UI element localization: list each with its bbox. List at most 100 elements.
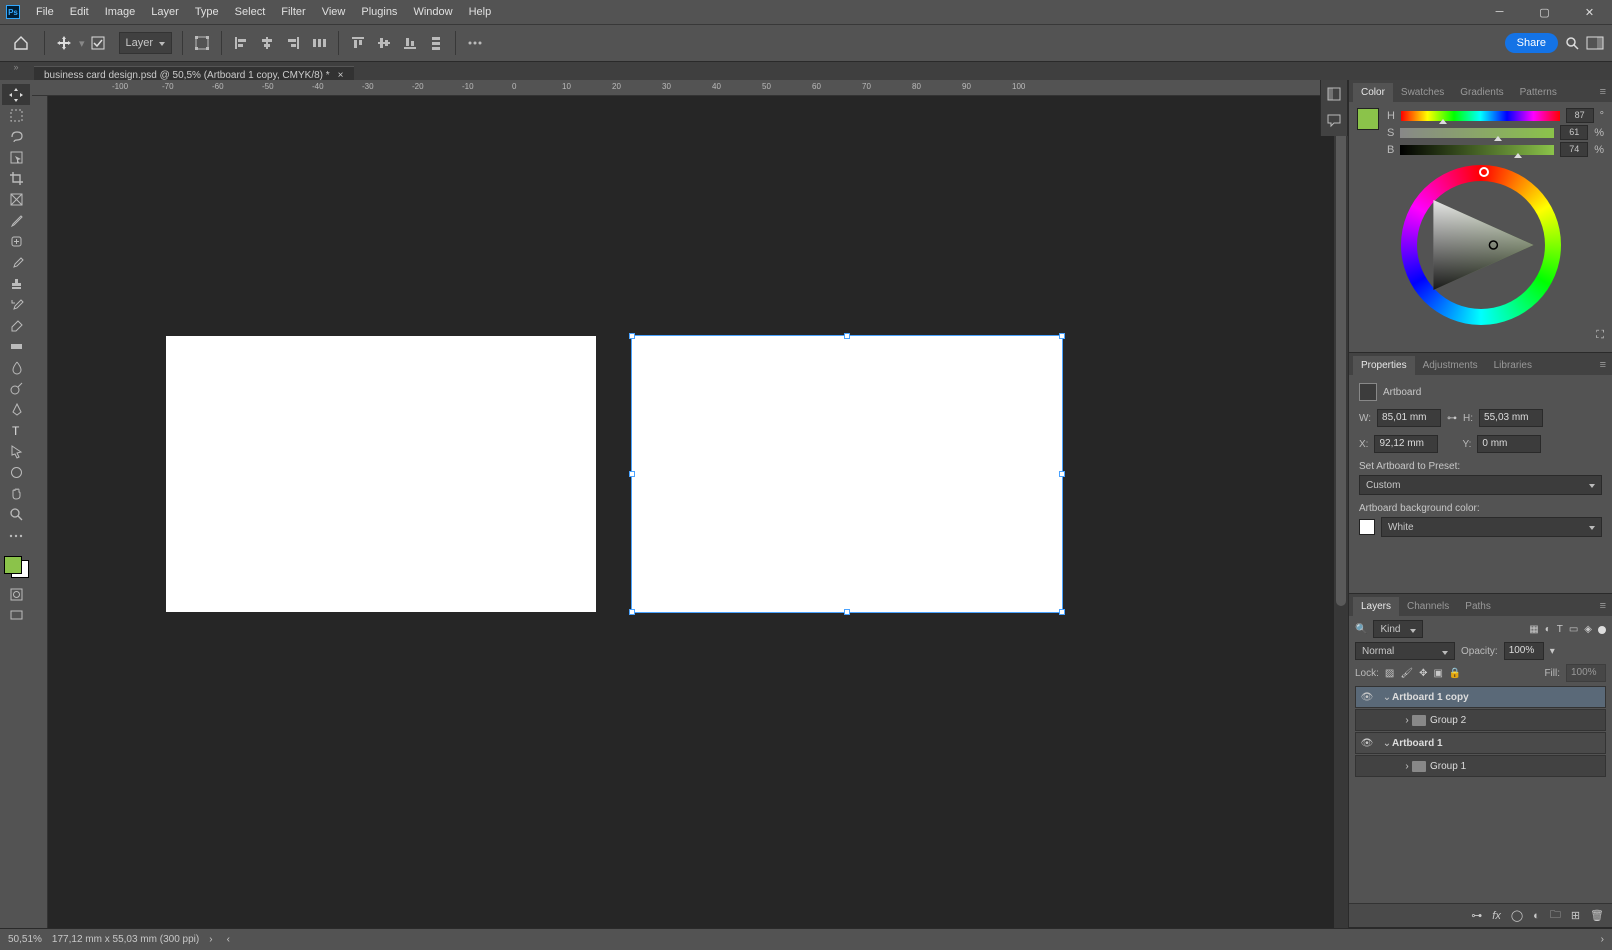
align-hcenter-icon[interactable] bbox=[256, 32, 278, 54]
tab-adjustments[interactable]: Adjustments bbox=[1415, 356, 1486, 375]
menu-help[interactable]: Help bbox=[461, 6, 500, 18]
resize-handle[interactable] bbox=[1059, 609, 1065, 615]
x-field[interactable]: 92,12 mm bbox=[1374, 435, 1438, 453]
brush-tool[interactable] bbox=[2, 252, 30, 273]
resize-handle[interactable] bbox=[629, 609, 635, 615]
tab-color[interactable]: Color bbox=[1353, 83, 1393, 102]
blend-mode-dropdown[interactable]: Normal bbox=[1355, 642, 1455, 660]
width-field[interactable]: 85,01 mm bbox=[1377, 409, 1441, 427]
window-minimize-icon[interactable]: ─ bbox=[1477, 0, 1522, 24]
frame-tool[interactable] bbox=[2, 189, 30, 210]
resize-handle[interactable] bbox=[844, 333, 850, 339]
ruler-horizontal[interactable]: -100 -70 -60 -50 -40 -30 -20 -10 0 10 20… bbox=[32, 80, 1348, 96]
layer-artboard-1[interactable]: 👁 ⌄ Artboard 1 bbox=[1355, 732, 1606, 754]
default-colors-icon[interactable] bbox=[6, 76, 26, 88]
bgcolor-swatch[interactable] bbox=[1359, 519, 1375, 535]
shape-tool[interactable] bbox=[2, 462, 30, 483]
filter-pixel-icon[interactable]: ▦ bbox=[1529, 624, 1538, 635]
lasso-tool[interactable] bbox=[2, 126, 30, 147]
hue-slider[interactable] bbox=[1401, 111, 1560, 121]
chevron-down-icon[interactable]: ⌄ bbox=[1382, 738, 1392, 749]
resize-handle[interactable] bbox=[629, 333, 635, 339]
visibility-icon[interactable]: 👁 bbox=[1360, 692, 1374, 703]
align-bottom-icon[interactable] bbox=[399, 32, 421, 54]
canvas[interactable] bbox=[48, 96, 1348, 928]
resize-handle[interactable] bbox=[1059, 333, 1065, 339]
zoom-tool[interactable] bbox=[2, 504, 30, 525]
window-maximize-icon[interactable]: ▢ bbox=[1522, 0, 1567, 24]
lock-all-icon[interactable]: 🔒 bbox=[1449, 668, 1461, 679]
vertical-scrollbar[interactable] bbox=[1334, 96, 1348, 928]
marquee-tool[interactable] bbox=[2, 105, 30, 126]
window-close-icon[interactable]: ✕ bbox=[1567, 0, 1612, 24]
auto-select-toggle[interactable] bbox=[85, 30, 111, 56]
tab-channels[interactable]: Channels bbox=[1399, 597, 1457, 616]
layer-group-2[interactable]: › Group 2 bbox=[1355, 709, 1606, 731]
panel-icon[interactable] bbox=[1326, 86, 1342, 102]
tab-gradients[interactable]: Gradients bbox=[1452, 83, 1511, 102]
menu-view[interactable]: View bbox=[314, 6, 354, 18]
home-button[interactable] bbox=[8, 30, 34, 56]
chevron-right-icon[interactable]: › bbox=[209, 934, 212, 945]
history-brush-tool[interactable] bbox=[2, 294, 30, 315]
align-vcenter-icon[interactable] bbox=[373, 32, 395, 54]
menu-filter[interactable]: Filter bbox=[273, 6, 313, 18]
menu-image[interactable]: Image bbox=[97, 6, 144, 18]
expand-icon[interactable]: ⛶ bbox=[1357, 329, 1604, 342]
fill-field[interactable]: 100% bbox=[1566, 664, 1606, 682]
layer-mask-icon[interactable]: ◯ bbox=[1511, 909, 1523, 922]
preset-dropdown[interactable]: Custom bbox=[1359, 475, 1602, 495]
doc-info[interactable]: 177,12 mm x 55,03 mm (300 ppi) bbox=[52, 934, 199, 945]
comment-icon[interactable] bbox=[1326, 112, 1342, 128]
bgcolor-dropdown[interactable]: White bbox=[1381, 517, 1602, 537]
quick-mask-icon[interactable] bbox=[2, 584, 30, 605]
panel-menu-icon[interactable]: ≡ bbox=[1594, 355, 1612, 375]
blur-tool[interactable] bbox=[2, 357, 30, 378]
opacity-field[interactable]: 100% bbox=[1504, 642, 1544, 660]
artboard-1-copy[interactable] bbox=[632, 336, 1062, 612]
sat-slider[interactable] bbox=[1400, 128, 1554, 138]
bri-value[interactable]: 74 bbox=[1560, 142, 1588, 157]
menu-window[interactable]: Window bbox=[405, 6, 460, 18]
new-layer-icon[interactable]: ⊞ bbox=[1571, 909, 1580, 922]
panel-menu-icon[interactable]: ≡ bbox=[1594, 596, 1612, 616]
menu-select[interactable]: Select bbox=[227, 6, 274, 18]
lock-pixels-icon[interactable]: 🖌 bbox=[1400, 668, 1413, 679]
expand-panels-icon[interactable]: » bbox=[4, 62, 28, 72]
active-color-swatch[interactable] bbox=[1357, 108, 1379, 130]
lock-transparency-icon[interactable]: ▨ bbox=[1385, 668, 1394, 679]
search-icon[interactable] bbox=[1564, 35, 1580, 51]
link-wh-icon[interactable]: ⊶ bbox=[1447, 413, 1457, 424]
filter-toggle-icon[interactable] bbox=[1598, 626, 1606, 634]
layer-fx-icon[interactable]: fx bbox=[1492, 910, 1501, 922]
more-options-icon[interactable] bbox=[464, 32, 486, 54]
filter-type-icon[interactable]: T bbox=[1557, 624, 1563, 635]
resize-handle[interactable] bbox=[844, 609, 850, 615]
chevron-right-icon[interactable]: › bbox=[1402, 761, 1412, 772]
menu-file[interactable]: File bbox=[28, 6, 62, 18]
align-top-icon[interactable] bbox=[347, 32, 369, 54]
filter-smart-icon[interactable]: ◈ bbox=[1584, 624, 1592, 635]
resize-handle[interactable] bbox=[629, 471, 635, 477]
distribute-h-icon[interactable] bbox=[308, 32, 330, 54]
link-layers-icon[interactable]: ⊶ bbox=[1471, 909, 1482, 922]
hue-value[interactable]: 87 bbox=[1566, 108, 1594, 123]
chevron-left-icon[interactable]: ‹ bbox=[227, 934, 230, 945]
lock-position-icon[interactable]: ✥ bbox=[1419, 668, 1427, 679]
stamp-tool[interactable] bbox=[2, 273, 30, 294]
height-field[interactable]: 55,03 mm bbox=[1479, 409, 1543, 427]
eyedropper-tool[interactable] bbox=[2, 210, 30, 231]
visibility-icon[interactable]: 👁 bbox=[1360, 738, 1374, 749]
layer-group-1[interactable]: › Group 1 bbox=[1355, 755, 1606, 777]
tab-layers[interactable]: Layers bbox=[1353, 597, 1399, 616]
crop-tool[interactable] bbox=[2, 168, 30, 189]
autoselect-target-dropdown[interactable]: Layer bbox=[119, 32, 173, 54]
move-tool-icon[interactable] bbox=[51, 30, 77, 56]
type-tool[interactable]: T bbox=[2, 420, 30, 441]
ruler-vertical[interactable] bbox=[32, 96, 48, 928]
scrollbar-thumb[interactable] bbox=[1336, 126, 1346, 606]
panel-menu-icon[interactable]: ≡ bbox=[1594, 82, 1612, 102]
eraser-tool[interactable] bbox=[2, 315, 30, 336]
menu-type[interactable]: Type bbox=[187, 6, 227, 18]
healing-tool[interactable] bbox=[2, 231, 30, 252]
